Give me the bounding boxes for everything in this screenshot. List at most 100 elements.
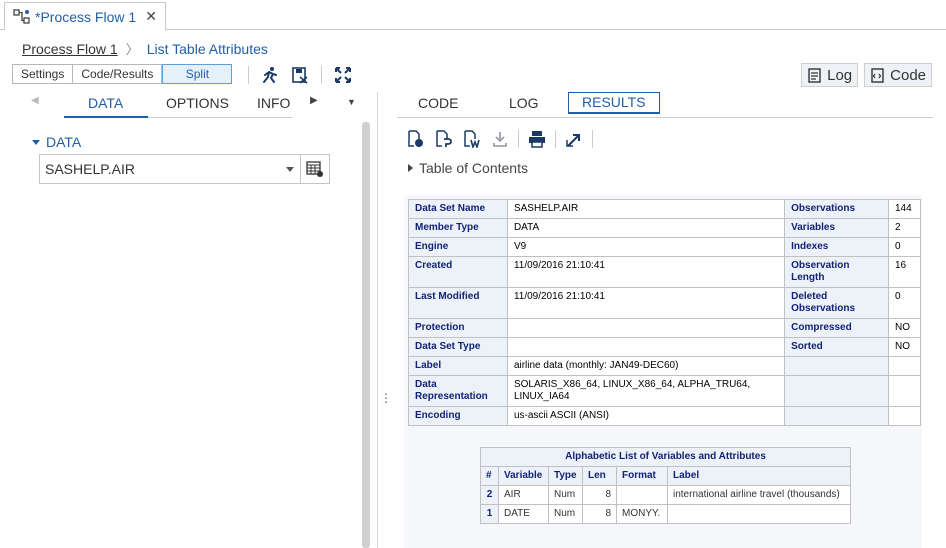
attribute-name bbox=[784, 375, 889, 407]
attribute-value: DATA bbox=[506, 218, 786, 238]
settings-pane: ◀ DATA OPTIONS INFO ▶ ▼ DATA SASHELP.AIR bbox=[0, 92, 378, 548]
variable-row: 1 DATE Num 8 MONYY. bbox=[480, 504, 851, 524]
download-icon[interactable] bbox=[490, 130, 510, 148]
download-rtf-icon[interactable] bbox=[462, 130, 482, 148]
attribute-row: Encoding us-ascii ASCII (ANSI) bbox=[408, 406, 921, 426]
variable-cell-label bbox=[667, 504, 851, 524]
scroll-right-icon[interactable]: ▶ bbox=[310, 95, 318, 106]
maximize-icon[interactable] bbox=[334, 66, 352, 84]
settings-tabs: ◀ DATA OPTIONS INFO ▶ ▼ bbox=[0, 92, 370, 118]
tab-options[interactable]: OPTIONS bbox=[166, 95, 229, 111]
download-html-icon[interactable] bbox=[406, 130, 426, 148]
attribute-value: us-ascii ASCII (ANSI) bbox=[506, 406, 786, 426]
attribute-name: Member Type bbox=[408, 218, 508, 238]
settings-scrollbar[interactable] bbox=[362, 122, 370, 548]
variable-row: 2 AIR Num 8 international airline travel (th… bbox=[480, 485, 851, 505]
code-button-label: Code bbox=[890, 66, 926, 84]
active-tab-indicator bbox=[64, 116, 148, 118]
process-flow-icon bbox=[13, 8, 31, 25]
log-code-buttons: Log Code bbox=[801, 63, 932, 87]
select-table-button[interactable] bbox=[300, 154, 330, 184]
breadcrumb-current: List Table Attributes bbox=[146, 40, 268, 57]
save-as-icon[interactable] bbox=[291, 66, 309, 84]
code-results-view-button[interactable]: Code/Results bbox=[73, 64, 163, 84]
variable-cell-format: MONYY. bbox=[616, 504, 668, 524]
attribute-name: Deleted Observations bbox=[784, 287, 889, 319]
dataset-value: SASHELP.AIR bbox=[45, 161, 136, 177]
attribute-name: Variables bbox=[784, 218, 889, 238]
tab-code[interactable]: CODE bbox=[418, 95, 458, 111]
code-button[interactable]: Code bbox=[864, 63, 932, 87]
variables-column-header: Format bbox=[616, 466, 668, 486]
run-icon[interactable] bbox=[261, 66, 279, 84]
log-button-label: Log bbox=[827, 66, 853, 84]
attribute-value: 11/09/2016 21:10:41 bbox=[506, 287, 786, 319]
tab-log[interactable]: LOG bbox=[509, 95, 539, 111]
variable-cell-format bbox=[616, 485, 668, 505]
breadcrumb-process-flow-link[interactable]: Process Flow 1 bbox=[22, 41, 118, 57]
tab-title: *Process Flow 1 bbox=[35, 8, 137, 25]
scroll-left-icon[interactable]: ◀ bbox=[31, 95, 39, 106]
results-toolbar bbox=[406, 130, 593, 148]
attribute-name: Engine bbox=[408, 237, 508, 257]
output-tabs: CODE LOG RESULTS bbox=[397, 92, 933, 118]
attribute-value: 0 bbox=[888, 237, 921, 257]
attribute-value: 11/09/2016 21:10:41 bbox=[506, 256, 786, 288]
tab-data[interactable]: DATA bbox=[88, 95, 123, 111]
open-in-new-window-icon[interactable] bbox=[564, 130, 584, 148]
close-tab-icon[interactable]: ✕ bbox=[145, 8, 157, 25]
attribute-value bbox=[506, 337, 786, 357]
code-icon bbox=[871, 68, 884, 83]
settings-view-button[interactable]: Settings bbox=[12, 64, 74, 84]
attribute-value: 2 bbox=[888, 218, 921, 238]
attribute-name: Data Set Name bbox=[408, 199, 508, 219]
data-section-title: DATA bbox=[46, 134, 82, 150]
attribute-name: Encoding bbox=[408, 406, 508, 426]
variables-column-header: Len bbox=[582, 466, 617, 486]
variables-column-header: Type bbox=[548, 466, 583, 486]
process-flow-tab[interactable]: *Process Flow 1 ✕ bbox=[4, 2, 166, 31]
attribute-name: Indexes bbox=[784, 237, 889, 257]
variable-cell-type: Num bbox=[548, 504, 583, 524]
tab-bar: *Process Flow 1 ✕ bbox=[0, 0, 946, 31]
attribute-value: 0 bbox=[888, 287, 921, 319]
variables-table-caption: Alphabetic List of Variables and Attribu… bbox=[480, 447, 851, 467]
toolbar-divider bbox=[555, 130, 556, 148]
attribute-row: Engine V9 Indexes 0 bbox=[408, 237, 921, 257]
tab-menu-chevron-down-icon[interactable]: ▼ bbox=[347, 97, 356, 107]
variable-cell-type: Num bbox=[548, 485, 583, 505]
variable-cell-var: DATE bbox=[498, 504, 549, 524]
split-view-button[interactable]: Split bbox=[162, 64, 233, 84]
attribute-value: airline data (monthly: JAN49-DEC60) bbox=[506, 356, 786, 376]
variables-table: Alphabetic List of Variables and Attribu… bbox=[480, 447, 851, 524]
dataset-select[interactable]: SASHELP.AIR bbox=[39, 154, 301, 184]
attribute-name: Created bbox=[408, 256, 508, 288]
attribute-value: NO bbox=[888, 337, 921, 357]
chevron-down-icon bbox=[286, 167, 294, 172]
attribute-name bbox=[784, 356, 889, 376]
attribute-value bbox=[888, 375, 921, 407]
variable-cell-n: 1 bbox=[480, 504, 499, 524]
attribute-name: Label bbox=[408, 356, 508, 376]
log-button[interactable]: Log bbox=[801, 63, 859, 87]
attribute-row: Protection Compressed NO bbox=[408, 318, 921, 338]
view-toggle: Settings Code/Results Split bbox=[12, 64, 233, 84]
variables-column-header: Label bbox=[667, 466, 851, 486]
variables-header-row: # Variable Type Len Format Label bbox=[480, 466, 851, 486]
tab-results[interactable]: RESULTS bbox=[568, 92, 660, 114]
toolbar-divider bbox=[592, 130, 593, 148]
attribute-name: Observation Length bbox=[784, 256, 889, 288]
attribute-row: Last Modified 11/09/2016 21:10:41 Deleted … bbox=[408, 287, 921, 319]
download-pdf-icon[interactable] bbox=[434, 130, 454, 148]
expand-triangle-icon bbox=[408, 164, 413, 172]
breadcrumb: Process Flow 1 〉 List Table Attributes bbox=[22, 39, 268, 58]
print-icon[interactable] bbox=[527, 130, 547, 148]
data-section-header[interactable]: DATA bbox=[32, 134, 81, 150]
attribute-row: Member Type DATA Variables 2 bbox=[408, 218, 921, 238]
attribute-value: SASHELP.AIR bbox=[506, 199, 786, 219]
attribute-row: Data Representation SOLARIS_X86_64, LINUX… bbox=[408, 375, 921, 407]
tab-info[interactable]: INFO bbox=[257, 95, 290, 111]
attribute-value: SOLARIS_X86_64, LINUX_X86_64, ALPHA_TRU6… bbox=[506, 375, 786, 407]
table-of-contents-toggle[interactable]: Table of Contents bbox=[408, 160, 528, 176]
attribute-name: Protection bbox=[408, 318, 508, 338]
